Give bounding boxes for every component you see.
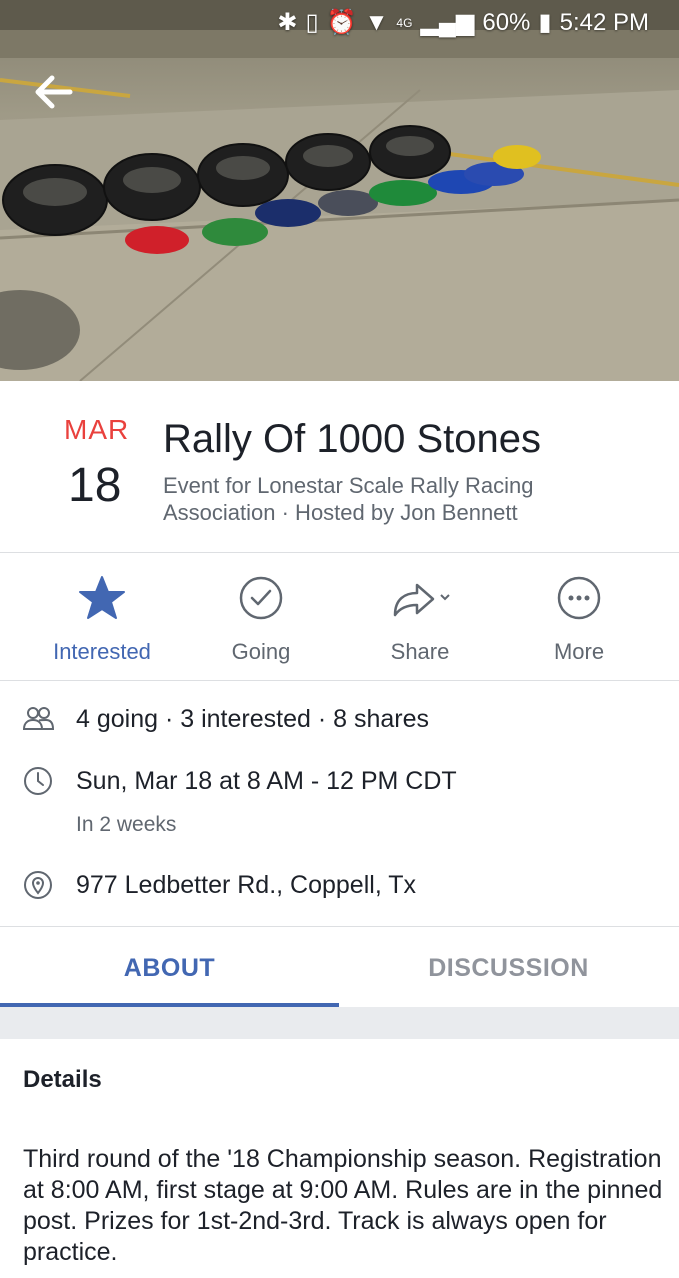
details-heading: Details — [23, 1066, 102, 1093]
event-title: Rally Of 1000 Stones — [163, 417, 541, 461]
share-arrow-icon — [393, 583, 450, 617]
alarm-icon: ⏰ — [326, 9, 357, 36]
wifi-icon: ▼ — [364, 8, 389, 36]
tab-discussion[interactable]: DISCUSSION — [339, 927, 678, 1009]
event-datetime: Sun, Mar 18 at 8 AM - 12 PM CDT — [76, 767, 457, 795]
share-button[interactable]: Share — [340, 573, 500, 665]
tab-bar: ABOUT DISCUSSION — [0, 926, 679, 1009]
action-bar: Interested Going Share More — [0, 553, 679, 681]
details-body: Third round of the '18 Championship seas… — [23, 1145, 663, 1266]
interested-label: Interested — [53, 639, 151, 664]
status-time: 5:42 PM — [559, 8, 649, 36]
event-subtitle[interactable]: Event for Lonestar Scale Rally Racing As… — [163, 472, 633, 526]
clock-icon — [24, 767, 52, 795]
more-label: More — [553, 639, 605, 664]
battery-icon: ▮ — [538, 9, 552, 36]
event-month: MAR — [64, 414, 130, 445]
back-button[interactable] — [34, 74, 74, 110]
arrow-left-icon — [35, 75, 73, 109]
going-label: Going — [231, 639, 291, 664]
chevron-down-icon — [440, 594, 450, 601]
going-button[interactable]: Going — [181, 573, 341, 665]
share-label: Share — [390, 639, 450, 664]
signal-icon: ▂▄▆ — [420, 9, 475, 36]
event-location: 977 Ledbetter Rd., Coppell, Tx — [76, 871, 417, 899]
cover-photo-illustration — [0, 0, 679, 381]
event-relative-time: In 2 weeks — [76, 813, 177, 836]
location-pin-icon — [24, 871, 52, 899]
tab-about[interactable]: ABOUT — [0, 927, 339, 1009]
cover-photo[interactable] — [0, 0, 679, 381]
vibrate-icon: ▯ — [305, 9, 319, 36]
guest-stats: 4 going · 3 interested · 8 shares — [76, 705, 429, 733]
check-circle-icon — [239, 576, 283, 620]
more-dots-icon — [557, 576, 601, 620]
bluetooth-icon: ✱ — [277, 9, 298, 36]
network-type-label: 4G — [396, 15, 413, 30]
status-bar: ✱ ▯ ⏰ ▼ 4G ▂▄▆ 60% ▮ 5:42 PM — [0, 0, 679, 46]
star-icon — [79, 576, 125, 619]
people-icon — [22, 707, 54, 730]
more-button[interactable]: More — [499, 573, 659, 665]
section-divider — [0, 1007, 679, 1039]
interested-button[interactable]: Interested — [22, 573, 182, 665]
battery-percent: 60% — [482, 8, 531, 36]
event-day: 18 — [68, 459, 122, 512]
